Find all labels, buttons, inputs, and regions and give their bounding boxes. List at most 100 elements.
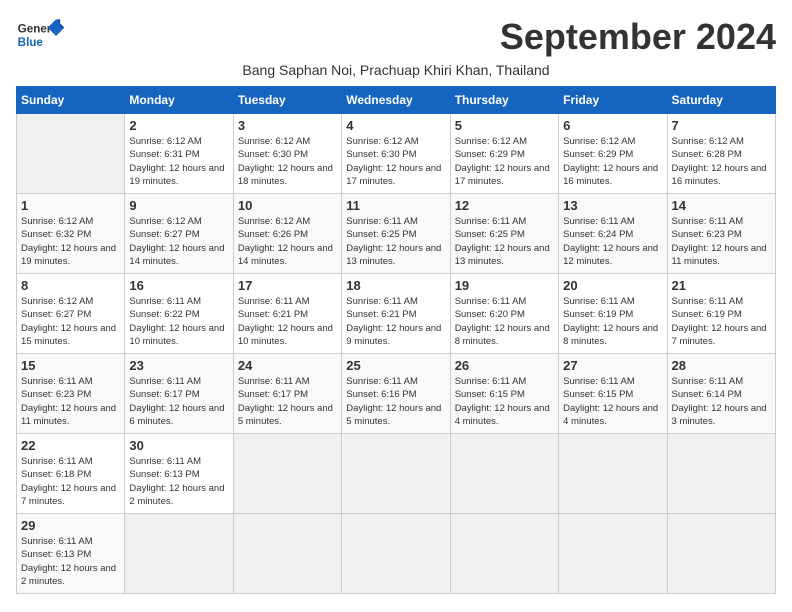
day-info: Sunrise: 6:12 AM Sunset: 6:29 PM Dayligh… — [455, 135, 554, 188]
day-number: 5 — [455, 118, 554, 133]
day-info: Sunrise: 6:11 AM Sunset: 6:23 PM Dayligh… — [21, 375, 120, 428]
calendar-header-row: Sunday Monday Tuesday Wednesday Thursday… — [17, 87, 776, 114]
calendar-cell — [342, 434, 450, 514]
day-info: Sunrise: 6:12 AM Sunset: 6:30 PM Dayligh… — [346, 135, 445, 188]
day-info: Sunrise: 6:11 AM Sunset: 6:21 PM Dayligh… — [346, 295, 445, 348]
day-info: Sunrise: 6:11 AM Sunset: 6:25 PM Dayligh… — [455, 215, 554, 268]
col-wednesday: Wednesday — [342, 87, 450, 114]
day-info: Sunrise: 6:12 AM Sunset: 6:32 PM Dayligh… — [21, 215, 120, 268]
day-info: Sunrise: 6:11 AM Sunset: 6:15 PM Dayligh… — [455, 375, 554, 428]
day-number: 21 — [672, 278, 771, 293]
calendar-cell: 10 Sunrise: 6:12 AM Sunset: 6:26 PM Dayli… — [233, 194, 341, 274]
day-number: 27 — [563, 358, 662, 373]
day-number: 9 — [129, 198, 228, 213]
day-info: Sunrise: 6:11 AM Sunset: 6:17 PM Dayligh… — [238, 375, 337, 428]
day-number: 22 — [21, 438, 120, 453]
calendar-week-row: 29Sunrise: 6:11 AM Sunset: 6:13 PM Dayli… — [17, 514, 776, 594]
calendar-cell — [667, 514, 775, 594]
day-info: Sunrise: 6:11 AM Sunset: 6:23 PM Dayligh… — [672, 215, 771, 268]
calendar-cell: 19 Sunrise: 6:11 AM Sunset: 6:20 PM Dayli… — [450, 274, 558, 354]
day-info: Sunrise: 6:11 AM Sunset: 6:14 PM Dayligh… — [672, 375, 771, 428]
logo: General Blue — [16, 16, 66, 56]
calendar-cell: 16 Sunrise: 6:11 AM Sunset: 6:22 PM Dayli… — [125, 274, 233, 354]
day-number: 25 — [346, 358, 445, 373]
day-number: 24 — [238, 358, 337, 373]
day-number: 19 — [455, 278, 554, 293]
day-number: 11 — [346, 198, 445, 213]
calendar-cell: 7 Sunrise: 6:12 AM Sunset: 6:28 PM Daylig… — [667, 114, 775, 194]
day-info: Sunrise: 6:11 AM Sunset: 6:24 PM Dayligh… — [563, 215, 662, 268]
calendar-cell: 5 Sunrise: 6:12 AM Sunset: 6:29 PM Daylig… — [450, 114, 558, 194]
calendar-cell — [17, 114, 125, 194]
day-number: 1 — [21, 198, 120, 213]
day-info: Sunrise: 6:11 AM Sunset: 6:15 PM Dayligh… — [563, 375, 662, 428]
day-number: 17 — [238, 278, 337, 293]
day-number: 4 — [346, 118, 445, 133]
svg-text:Blue: Blue — [18, 36, 44, 49]
location-subtitle: Bang Saphan Noi, Prachuap Khiri Khan, Th… — [16, 62, 776, 78]
calendar-cell: 26 Sunrise: 6:11 AM Sunset: 6:15 PM Dayli… — [450, 354, 558, 434]
calendar-cell — [125, 514, 233, 594]
calendar-cell: 23 Sunrise: 6:11 AM Sunset: 6:17 PM Dayli… — [125, 354, 233, 434]
day-info: Sunrise: 6:12 AM Sunset: 6:27 PM Dayligh… — [129, 215, 228, 268]
calendar-cell: 18 Sunrise: 6:11 AM Sunset: 6:21 PM Dayli… — [342, 274, 450, 354]
calendar-cell — [450, 514, 558, 594]
calendar-cell: 1 Sunrise: 6:12 AM Sunset: 6:32 PM Daylig… — [17, 194, 125, 274]
calendar-cell: 28 Sunrise: 6:11 AM Sunset: 6:14 PM Dayli… — [667, 354, 775, 434]
day-number: 13 — [563, 198, 662, 213]
calendar-cell — [450, 434, 558, 514]
day-number: 14 — [672, 198, 771, 213]
day-number: 18 — [346, 278, 445, 293]
day-info: Sunrise: 6:11 AM Sunset: 6:18 PM Dayligh… — [21, 455, 120, 508]
day-number: 6 — [563, 118, 662, 133]
day-number: 10 — [238, 198, 337, 213]
calendar-cell — [233, 434, 341, 514]
day-info: Sunrise: 6:11 AM Sunset: 6:22 PM Dayligh… — [129, 295, 228, 348]
calendar-cell: 21 Sunrise: 6:11 AM Sunset: 6:19 PM Dayli… — [667, 274, 775, 354]
day-info: Sunrise: 6:12 AM Sunset: 6:29 PM Dayligh… — [563, 135, 662, 188]
day-info: Sunrise: 6:12 AM Sunset: 6:27 PM Dayligh… — [21, 295, 120, 348]
day-number: 16 — [129, 278, 228, 293]
day-number: 28 — [672, 358, 771, 373]
day-number: 3 — [238, 118, 337, 133]
day-number: 2 — [129, 118, 228, 133]
month-title: September 2024 — [500, 16, 776, 58]
day-info: Sunrise: 6:11 AM Sunset: 6:20 PM Dayligh… — [455, 295, 554, 348]
calendar-table: Sunday Monday Tuesday Wednesday Thursday… — [16, 86, 776, 594]
calendar-week-row: 2 Sunrise: 6:12 AM Sunset: 6:31 PM Daylig… — [17, 114, 776, 194]
calendar-cell: 13 Sunrise: 6:11 AM Sunset: 6:24 PM Dayli… — [559, 194, 667, 274]
calendar-week-row: 15 Sunrise: 6:11 AM Sunset: 6:23 PM Dayli… — [17, 354, 776, 434]
calendar-cell: 12Sunrise: 6:11 AM Sunset: 6:25 PM Dayli… — [450, 194, 558, 274]
day-info: Sunrise: 6:12 AM Sunset: 6:26 PM Dayligh… — [238, 215, 337, 268]
day-number: 26 — [455, 358, 554, 373]
day-number: 20 — [563, 278, 662, 293]
calendar-cell: 24 Sunrise: 6:11 AM Sunset: 6:17 PM Dayli… — [233, 354, 341, 434]
day-number: 7 — [672, 118, 771, 133]
calendar-cell: 30Sunrise: 6:11 AM Sunset: 6:13 PM Dayli… — [125, 434, 233, 514]
day-info: Sunrise: 6:11 AM Sunset: 6:19 PM Dayligh… — [672, 295, 771, 348]
calendar-cell: 3Sunrise: 6:12 AM Sunset: 6:30 PM Daylig… — [233, 114, 341, 194]
calendar-cell: 2 Sunrise: 6:12 AM Sunset: 6:31 PM Daylig… — [125, 114, 233, 194]
day-number: 23 — [129, 358, 228, 373]
calendar-cell — [233, 514, 341, 594]
calendar-week-row: 1 Sunrise: 6:12 AM Sunset: 6:32 PM Daylig… — [17, 194, 776, 274]
day-number: 15 — [21, 358, 120, 373]
calendar-cell: 20Sunrise: 6:11 AM Sunset: 6:19 PM Dayli… — [559, 274, 667, 354]
day-info: Sunrise: 6:11 AM Sunset: 6:16 PM Dayligh… — [346, 375, 445, 428]
calendar-cell: 29Sunrise: 6:11 AM Sunset: 6:13 PM Dayli… — [17, 514, 125, 594]
calendar-cell: 8 Sunrise: 6:12 AM Sunset: 6:27 PM Daylig… — [17, 274, 125, 354]
day-number: 30 — [129, 438, 228, 453]
day-info: Sunrise: 6:12 AM Sunset: 6:31 PM Dayligh… — [129, 135, 228, 188]
calendar-cell: 25 Sunrise: 6:11 AM Sunset: 6:16 PM Dayli… — [342, 354, 450, 434]
day-info: Sunrise: 6:12 AM Sunset: 6:28 PM Dayligh… — [672, 135, 771, 188]
calendar-cell: 11Sunrise: 6:11 AM Sunset: 6:25 PM Dayli… — [342, 194, 450, 274]
page-header: General Blue September 2024 — [16, 16, 776, 58]
calendar-cell: 22 Sunrise: 6:11 AM Sunset: 6:18 PM Dayli… — [17, 434, 125, 514]
calendar-week-row: 22 Sunrise: 6:11 AM Sunset: 6:18 PM Dayli… — [17, 434, 776, 514]
day-info: Sunrise: 6:11 AM Sunset: 6:17 PM Dayligh… — [129, 375, 228, 428]
calendar-cell: 6 Sunrise: 6:12 AM Sunset: 6:29 PM Daylig… — [559, 114, 667, 194]
day-number: 8 — [21, 278, 120, 293]
calendar-cell — [559, 434, 667, 514]
calendar-cell: 17Sunrise: 6:11 AM Sunset: 6:21 PM Dayli… — [233, 274, 341, 354]
calendar-cell: 4 Sunrise: 6:12 AM Sunset: 6:30 PM Daylig… — [342, 114, 450, 194]
